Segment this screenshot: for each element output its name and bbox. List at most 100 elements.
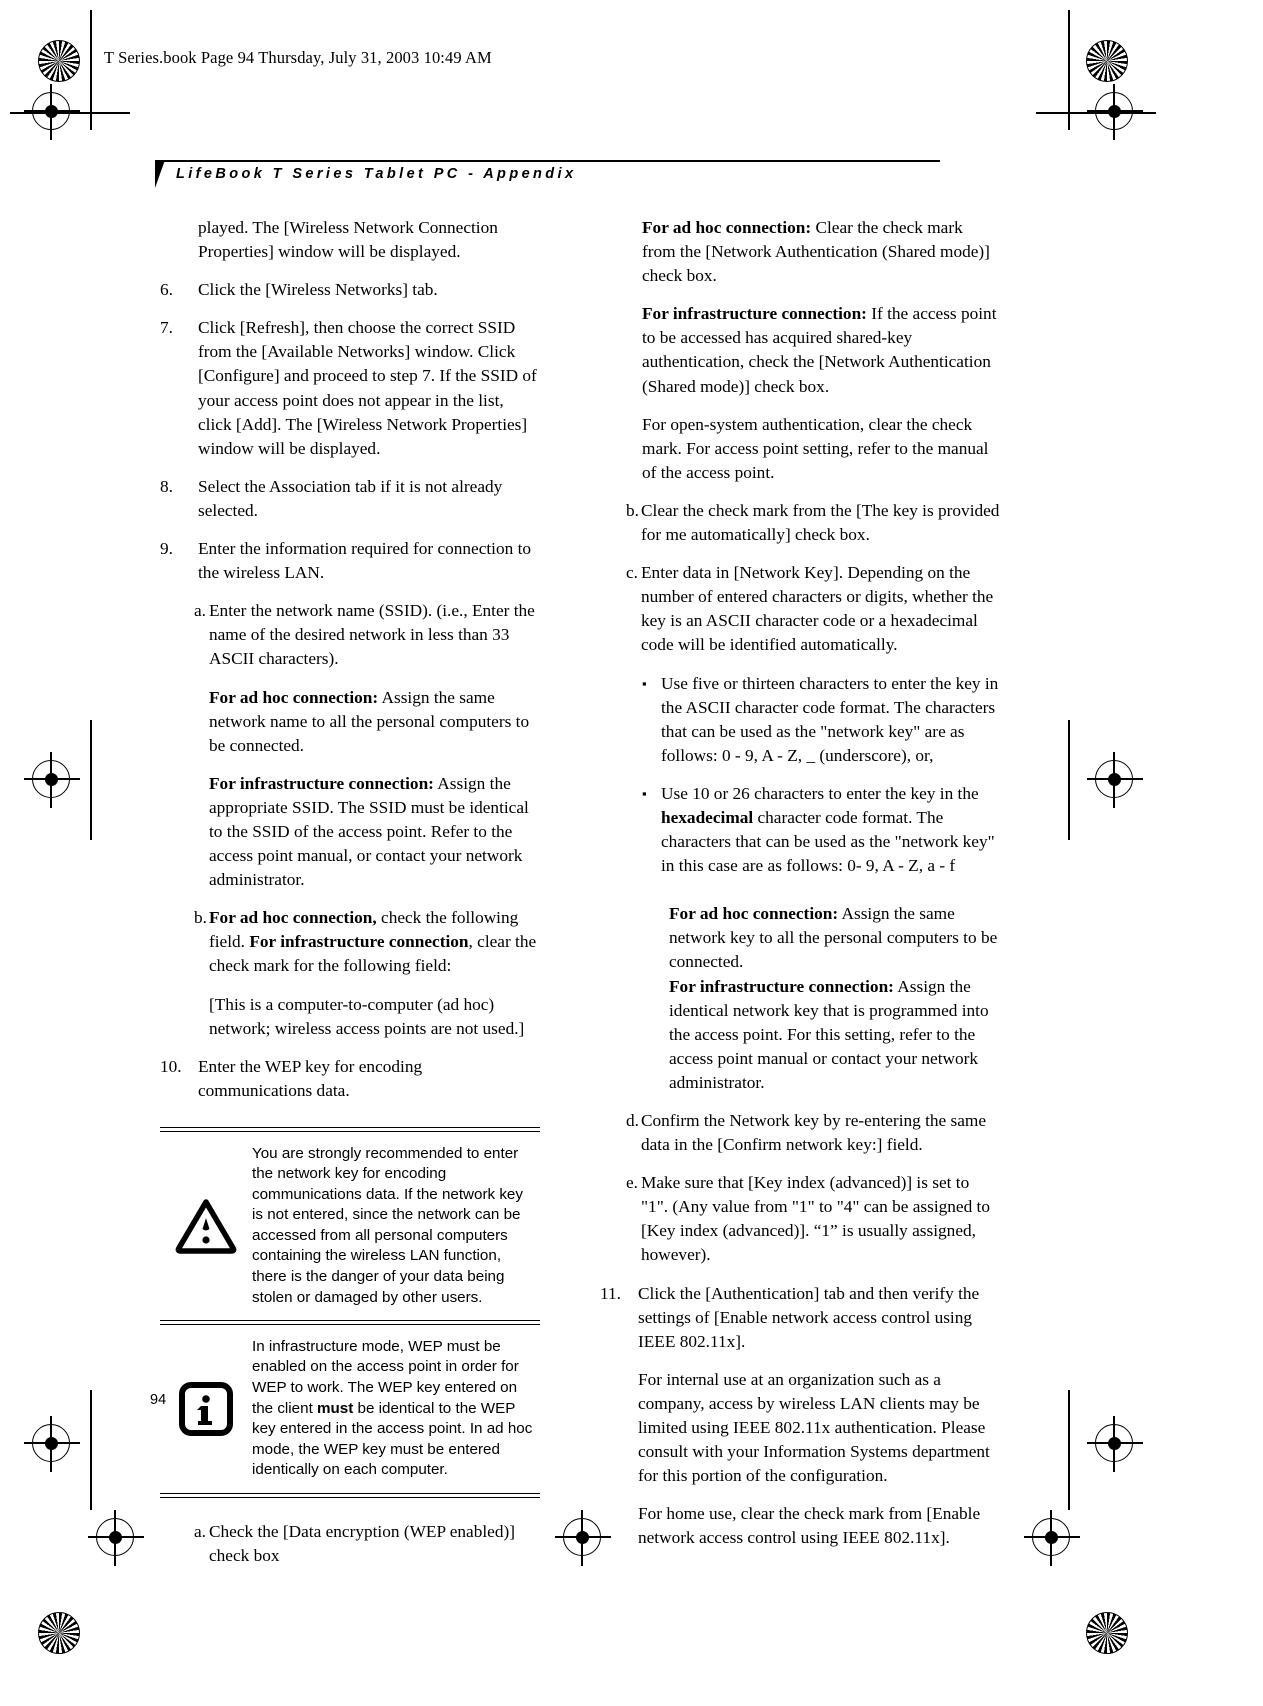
sub-item-text: Check the [Data encryption (WEP enabled)… bbox=[209, 1521, 515, 1565]
registration-target-bottom-center bbox=[555, 1510, 611, 1566]
page-number: 94 bbox=[150, 1392, 167, 1408]
bullet-text-1: Use 10 or 26 characters to enter the key… bbox=[661, 783, 979, 803]
caution-note-text: You are strongly recommended to enter th… bbox=[252, 1144, 523, 1306]
crop-mark-right-vertical-mid bbox=[1068, 720, 1070, 840]
registration-target-right-top bbox=[1087, 84, 1143, 140]
step-number: 8. bbox=[160, 476, 173, 496]
bullet-item-2: ▪ Use 10 or 26 characters to enter the k… bbox=[620, 782, 1000, 878]
sub-item-e: e. Make sure that [Key index (advanced)]… bbox=[620, 1171, 1000, 1267]
sub-item-text: Make sure that [Key index (advanced)] is… bbox=[641, 1173, 990, 1265]
sub-item-marker: a. bbox=[194, 1521, 206, 1541]
infrastructure-label-2: For infrastructure connection: bbox=[669, 976, 894, 996]
sub-item-marker: c. bbox=[626, 563, 638, 583]
registration-target-left-bottom bbox=[24, 1416, 80, 1472]
sub-item-marker: b. bbox=[194, 908, 207, 928]
sub-b-bold-1: For ad hoc connection, bbox=[209, 908, 377, 928]
note-rule bbox=[160, 1493, 540, 1498]
home-use-paragraph: For home use, clear the check mark from … bbox=[638, 1504, 981, 1548]
running-title-tab-marker bbox=[155, 160, 175, 188]
sub-item-text: Enter the network name (SSID). (i.e., En… bbox=[209, 601, 535, 669]
crop-mark-top-horizontal bbox=[10, 112, 130, 114]
information-note-text: In infrastructure mode, WEP must be enab… bbox=[252, 1337, 540, 1481]
sub-item-marker: a. bbox=[194, 601, 206, 621]
bullet-text: Use 10 or 26 characters to enter the key… bbox=[661, 782, 1000, 878]
square-bullet-icon: ▪ bbox=[642, 785, 647, 801]
step-item-7: 7. Click [Refresh], then choose the corr… bbox=[160, 316, 540, 461]
crop-mark-top-right-horizontal bbox=[1036, 112, 1156, 114]
final-sub-item-a: a. Check the [Data encryption (WEP enabl… bbox=[160, 1520, 540, 1568]
crop-mark-right-vertical-bottom bbox=[1068, 1390, 1070, 1510]
information-note-box: In infrastructure mode, WEP must be enab… bbox=[160, 1325, 540, 1498]
registration-target-left-mid bbox=[24, 752, 80, 808]
square-bullet-icon: ▪ bbox=[642, 675, 647, 691]
right-column: For ad hoc connection: Clear the check m… bbox=[600, 216, 1000, 1565]
infrastructure-paragraph: For infrastructure connection: If the ac… bbox=[620, 302, 1000, 398]
step-text: Enter the WEP key for encoding communica… bbox=[198, 1056, 423, 1100]
step-item-11: 11. Click the [Authentication] tab and t… bbox=[600, 1282, 1000, 1354]
sub-item-text: Confirm the Network key by re-entering t… bbox=[641, 1111, 987, 1155]
registration-target-bottom-center-right bbox=[1024, 1510, 1080, 1566]
step-number: 9. bbox=[160, 539, 173, 559]
sub-item-text: Enter data in [Network Key]. Depending o… bbox=[641, 563, 994, 655]
registration-target-left-top bbox=[24, 84, 80, 140]
information-note-bold: must bbox=[317, 1399, 354, 1417]
ad-hoc-label: For ad hoc connection: bbox=[209, 687, 379, 707]
bullet-bold: hexadecimal bbox=[661, 807, 754, 827]
sub-item-b: b. For ad hoc connection, check the foll… bbox=[160, 906, 540, 978]
ad-hoc-label-2: For ad hoc connection: bbox=[669, 904, 839, 924]
open-system-paragraph: For open-system authentication, clear th… bbox=[642, 414, 989, 482]
sub-item-b: b. Clear the check mark from the [The ke… bbox=[620, 499, 1000, 547]
registration-target-right-bottom bbox=[1087, 1416, 1143, 1472]
bracket-note-paragraph: [This is a computer-to-computer (ad hoc)… bbox=[209, 994, 525, 1038]
infrastructure-paragraph-2: For infrastructure connection: Assign th… bbox=[620, 975, 1000, 1095]
information-icon bbox=[160, 1380, 252, 1438]
sub-item-d: d. Confirm the Network key by re-enterin… bbox=[620, 1109, 1000, 1157]
sub-b-bold-2: For infrastructure connection bbox=[249, 932, 469, 952]
step-number: 6. bbox=[160, 280, 173, 300]
file-header-line: T Series.book Page 94 Thursday, July 31,… bbox=[104, 48, 492, 67]
sub-item-a: a. Enter the network name (SSID). (i.e.,… bbox=[160, 599, 540, 671]
running-title-rule bbox=[160, 160, 940, 162]
infrastructure-label: For infrastructure connection: bbox=[209, 773, 434, 793]
bullet-item-1: ▪ Use five or thirteen characters to ent… bbox=[620, 672, 1000, 768]
step-text: Enter the information required for conne… bbox=[198, 539, 532, 583]
registration-target-bottom-center-left bbox=[88, 1510, 144, 1566]
sub-item-marker: e. bbox=[626, 1173, 638, 1193]
step-number: 10. bbox=[160, 1056, 182, 1076]
sub-item-text: For ad hoc connection, check the followi… bbox=[209, 906, 540, 978]
ad-hoc-paragraph: For ad hoc connection: Assign the same n… bbox=[160, 686, 540, 758]
sub-item-marker: d. bbox=[626, 1111, 639, 1130]
registration-target-right-mid bbox=[1087, 752, 1143, 808]
crop-mark-left-vertical-bottom bbox=[90, 1390, 92, 1510]
step-number: 11. bbox=[600, 1283, 621, 1303]
running-title: LifeBook T Series Tablet PC - Appendix bbox=[176, 166, 577, 182]
sub-item-text: Clear the check mark from the [The key i… bbox=[641, 500, 1000, 545]
step-item-6: 6. Click the [Wireless Networks] tab. bbox=[160, 278, 540, 302]
caution-note-body: You are strongly recommended to enter th… bbox=[160, 1132, 540, 1321]
step-item-8: 8. Select the Association tab if it is n… bbox=[160, 475, 540, 523]
step-text: Select the Association tab if it is not … bbox=[198, 476, 503, 520]
internal-use-paragraph: For internal use at an organization such… bbox=[638, 1369, 990, 1486]
step-text: Click the [Wireless Networks] tab. bbox=[198, 280, 438, 300]
step-text: Click the [Authentication] tab and then … bbox=[638, 1283, 980, 1351]
step-item-9: 9. Enter the information required for co… bbox=[160, 537, 540, 585]
continued-paragraph: played. The [Wireless Network Connection… bbox=[198, 218, 498, 262]
registration-star-top-left bbox=[38, 40, 80, 82]
ad-hoc-paragraph-2: For ad hoc connection: Assign the same n… bbox=[620, 902, 1000, 974]
infrastructure-label: For infrastructure connection: bbox=[642, 304, 867, 324]
crop-mark-left-vertical-mid bbox=[90, 720, 92, 840]
ad-hoc-label: For ad hoc connection: bbox=[642, 218, 812, 237]
registration-star-bottom-right bbox=[1086, 1612, 1128, 1654]
step-number: 7. bbox=[160, 318, 173, 338]
sub-item-marker: b. bbox=[626, 500, 639, 520]
registration-star-top-right bbox=[1086, 40, 1128, 82]
information-note-body: In infrastructure mode, WEP must be enab… bbox=[160, 1325, 540, 1493]
ad-hoc-paragraph: For ad hoc connection: Clear the check m… bbox=[620, 216, 1000, 288]
bullet-text: Use five or thirteen characters to enter… bbox=[661, 673, 999, 765]
registration-star-bottom-left bbox=[38, 1612, 80, 1654]
warning-triangle-icon bbox=[160, 1198, 252, 1254]
infrastructure-paragraph: For infrastructure connection: Assign th… bbox=[160, 772, 540, 892]
sub-item-c: c. Enter data in [Network Key]. Dependin… bbox=[620, 561, 1000, 657]
step-text: Click [Refresh], then choose the correct… bbox=[198, 318, 537, 458]
caution-note-box: You are strongly recommended to enter th… bbox=[160, 1126, 540, 1325]
